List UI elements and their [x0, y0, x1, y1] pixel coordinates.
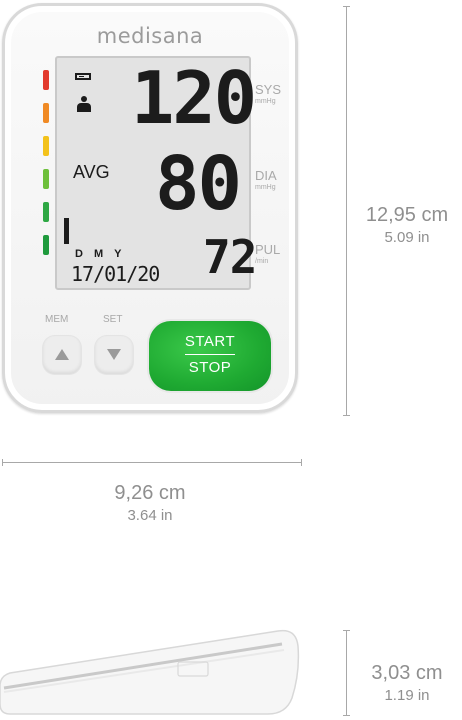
start-stop-button[interactable]: START STOP: [149, 321, 271, 391]
scale-segment-3: [43, 136, 49, 156]
set-label: SET: [103, 314, 123, 325]
start-label: START: [184, 333, 236, 350]
dia-unit: mmHg: [255, 184, 276, 191]
mem-label: MEM: [45, 314, 69, 325]
width-cm: 9,26 cm: [114, 482, 186, 504]
lcd-display: 120 AVG 80 DMY 17/01/20 72: [55, 56, 257, 290]
user-icon: [77, 96, 91, 112]
scale-segment-1: [43, 70, 49, 90]
mem-button[interactable]: [43, 336, 81, 374]
systolic-value: 120: [131, 56, 257, 140]
brand-logo: medisana: [96, 24, 204, 48]
sys-unit: mmHg: [255, 98, 276, 105]
dia-label: DIA: [255, 168, 277, 183]
depth-in: 1.19 in: [384, 687, 430, 704]
depth-dimension-line: [343, 630, 350, 716]
arrow-up-icon: [55, 349, 69, 360]
button-divider: [185, 354, 235, 355]
width-dimension: 9,26 cm 3.64 in: [95, 482, 205, 524]
blood-pressure-monitor: medisana 120 AVG 80 DMY 17/01/20 72 SYS …: [2, 3, 298, 413]
width-in: 3.64 in: [127, 507, 173, 524]
height-cm: 12,95 cm: [365, 204, 449, 226]
height-in: 5.09 in: [384, 229, 430, 246]
scale-segment-6: [43, 235, 49, 255]
who-color-scale: [43, 70, 49, 268]
scale-segment-4: [43, 169, 49, 189]
pul-label: PUL: [255, 242, 281, 257]
height-dimension-line: [343, 6, 350, 416]
scale-segment-2: [43, 103, 49, 123]
date-format-labels: DMY: [75, 248, 133, 260]
device-side-profile: [0, 629, 300, 715]
dia-unit-label: DIA mmHg: [255, 168, 277, 191]
scale-segment-5: [43, 202, 49, 222]
set-button[interactable]: [95, 336, 133, 374]
avg-label: AVG: [73, 162, 110, 182]
depth-cm: 3,03 cm: [371, 662, 443, 684]
battery-icon: [75, 73, 91, 80]
width-dimension-line: [2, 459, 302, 466]
date-value: 17/01/20: [71, 262, 160, 286]
arrow-down-icon: [107, 349, 121, 360]
pul-unit: /min: [255, 258, 269, 265]
height-dimension: 12,95 cm 5.09 in: [352, 204, 462, 246]
pul-unit-label: PUL /min: [255, 242, 280, 265]
stop-label: STOP: [188, 359, 232, 376]
pulse-value: 72: [203, 230, 257, 284]
depth-dimension: 3,03 cm 1.19 in: [352, 662, 462, 704]
sys-unit-label: SYS mmHg: [255, 82, 281, 105]
diastolic-value: 80: [155, 141, 242, 227]
sys-label: SYS: [255, 82, 282, 97]
level-indicator-bar: [64, 218, 69, 244]
